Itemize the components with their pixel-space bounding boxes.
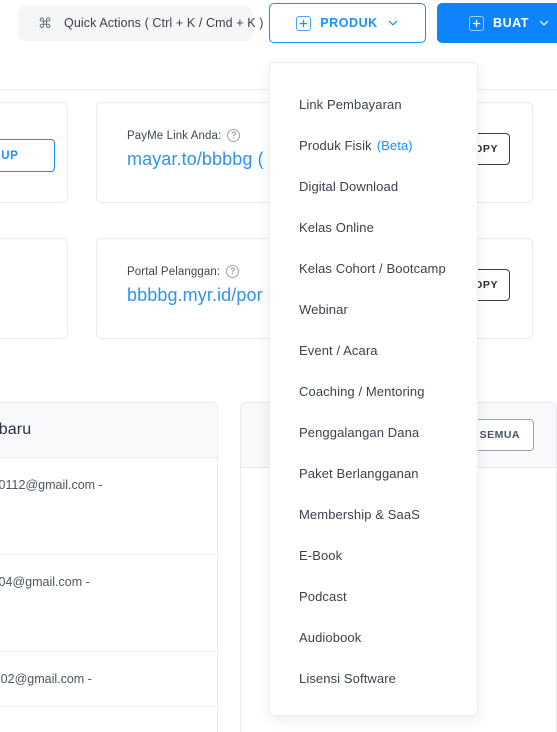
dropdown-item-badge: (Beta) bbox=[376, 138, 413, 153]
dropdown-item[interactable]: Event / Acara bbox=[270, 330, 477, 371]
app-root: TOP-UP PayMe Link Anda: ? mayar.to/bbbbg… bbox=[0, 0, 557, 732]
portal-link-label: Portal Pelanggan: bbox=[127, 265, 221, 278]
dropdown-item[interactable]: Kelas Online bbox=[270, 207, 477, 248]
topup-button[interactable]: TOP-UP bbox=[0, 139, 55, 172]
newest-customers-card: nggan Terbaru mayartesting0112@gmail.com… bbox=[0, 402, 218, 732]
customer-phone: 20549999 ) bbox=[0, 497, 195, 519]
question-circle-icon[interactable]: ? bbox=[227, 129, 241, 142]
chevron-down-icon bbox=[388, 20, 397, 26]
question-circle-icon[interactable]: ? bbox=[226, 265, 240, 278]
dropdown-item[interactable]: Lisensi Software bbox=[270, 658, 477, 699]
plus-square-icon bbox=[469, 15, 484, 31]
customer-email: andikatesting02@gmail.com - bbox=[0, 671, 92, 686]
dropdown-item-label: Penggalangan Dana bbox=[299, 425, 420, 440]
dropdown-item[interactable]: Audiobook bbox=[270, 617, 477, 658]
dropdown-item-label: Coaching / Mentoring bbox=[299, 384, 425, 399]
dropdown-item[interactable]: Membership & SaaS bbox=[270, 494, 477, 535]
buat-dropdown-button[interactable]: BUAT bbox=[437, 3, 557, 43]
balance-card: TOP-UP bbox=[0, 102, 68, 203]
newest-customers-title: nggan Terbaru bbox=[0, 421, 32, 438]
dropdown-item-label: Membership & SaaS bbox=[299, 507, 420, 522]
dropdown-item-label: Kelas Cohort / Bootcamp bbox=[299, 261, 446, 276]
buat-button-label: BUAT bbox=[493, 16, 529, 30]
dropdown-item[interactable]: E-Book bbox=[270, 535, 477, 576]
customer-email: mayartesting0112@gmail.com - bbox=[0, 478, 103, 492]
produk-dropdown-button[interactable]: PRODUK bbox=[269, 3, 426, 43]
customer-row[interactable]: mayartesting0112@gmail.com - 20549999 ) … bbox=[0, 458, 217, 555]
dropdown-item[interactable]: Coaching / Mentoring bbox=[270, 371, 477, 412]
payme-link-inner: PayMe Link Anda: ? mayar.to/bbbbg ( bbox=[127, 129, 264, 170]
dropdown-item-label: Paket Berlangganan bbox=[299, 466, 419, 481]
chevron-down-icon bbox=[539, 20, 549, 26]
dropdown-item-label: Kelas Online bbox=[299, 220, 374, 235]
secondary-left-card bbox=[0, 238, 68, 339]
customer-row[interactable]: andikatesting02@gmail.com - bbox=[0, 652, 217, 708]
quick-actions-button[interactable]: ⌘ Quick Actions ( Ctrl + K / Cmd + K ) bbox=[18, 5, 263, 41]
plus-square-icon bbox=[296, 15, 312, 31]
produk-dropdown-menu: Link Pembayaran Produk Fisik (Beta) Digital… bbox=[269, 62, 478, 716]
portal-link-label-row: Portal Pelanggan: ? bbox=[127, 265, 263, 278]
payme-link-url[interactable]: mayar.to/bbbbg ( bbox=[127, 149, 264, 170]
dropdown-item-label: Webinar bbox=[299, 302, 348, 317]
customer-date: 24 12:57 bbox=[0, 623, 195, 635]
dropdown-item-label: Link Pembayaran bbox=[299, 97, 402, 112]
payme-link-label-row: PayMe Link Anda: ? bbox=[127, 129, 264, 142]
dropdown-item-label: Produk Fisik bbox=[299, 138, 372, 153]
dropdown-item-label: E-Book bbox=[299, 548, 343, 563]
customer-email: mayartesting04@gmail.com - bbox=[0, 574, 90, 589]
portal-link-url[interactable]: bbbbg.myr.id/por bbox=[127, 285, 263, 306]
newest-customers-header: nggan Terbaru bbox=[0, 403, 217, 458]
quick-actions-label: Quick Actions ( Ctrl + K / Cmd + K ) bbox=[64, 16, 264, 30]
dropdown-item[interactable]: Podcast bbox=[270, 576, 477, 617]
dropdown-item-label: Podcast bbox=[299, 589, 347, 604]
dropdown-item[interactable]: Penggalangan Dana bbox=[270, 412, 477, 453]
dropdown-item[interactable]: Webinar bbox=[270, 289, 477, 330]
dropdown-item[interactable]: Kelas Cohort / Bootcamp bbox=[270, 248, 477, 289]
portal-link-inner: Portal Pelanggan: ? bbbbg.myr.id/por bbox=[127, 265, 263, 306]
top-bar: ⌘ Quick Actions ( Ctrl + K / Cmd + K ) P… bbox=[0, 0, 557, 46]
dropdown-item-label: Lisensi Software bbox=[299, 671, 396, 686]
dropdown-item[interactable]: Digital Download bbox=[270, 166, 477, 207]
customer-phone: 20549999 ) bbox=[0, 594, 195, 616]
dropdown-item-label: Digital Download bbox=[299, 179, 399, 194]
customer-row[interactable]: mayartesting04@gmail.com - 20549999 ) 24… bbox=[0, 555, 217, 652]
dropdown-item-label: Audiobook bbox=[299, 630, 362, 645]
dropdown-item[interactable]: Paket Berlangganan bbox=[270, 453, 477, 494]
payme-link-label: PayMe Link Anda: bbox=[127, 129, 222, 142]
command-icon: ⌘ bbox=[38, 15, 52, 31]
dropdown-item[interactable]: Produk Fisik (Beta) bbox=[270, 125, 477, 166]
dropdown-item[interactable]: Link Pembayaran bbox=[270, 84, 477, 125]
produk-button-label: PRODUK bbox=[320, 16, 378, 30]
customer-date: 24 12:14 bbox=[0, 526, 195, 538]
dropdown-item-label: Event / Acara bbox=[299, 343, 378, 358]
